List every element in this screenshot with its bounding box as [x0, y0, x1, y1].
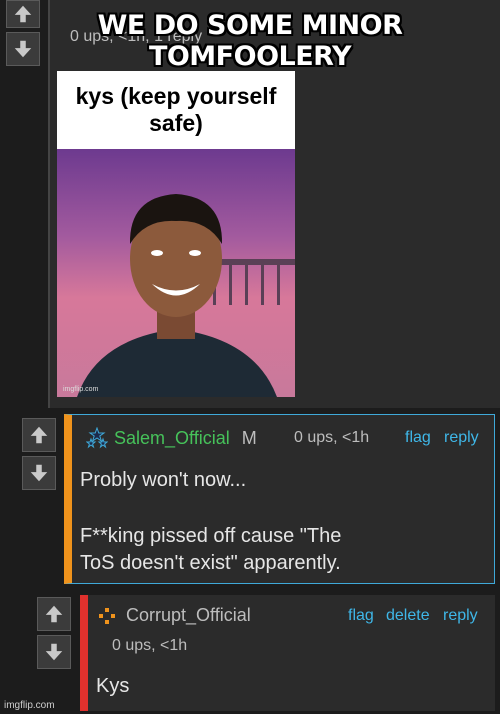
meme-text: kys (keep yourself safe) [57, 71, 295, 149]
reply-link[interactable]: reply [444, 429, 479, 447]
downvote-button[interactable] [37, 635, 71, 669]
arrow-down-icon [45, 643, 63, 661]
username[interactable]: Salem_Official [114, 428, 230, 449]
vote-buttons-reply1 [22, 418, 56, 490]
comment-body: Kys [96, 675, 130, 697]
reply-link[interactable]: reply [443, 607, 478, 625]
reply-comment-1: Salem_Official M 0 ups, <1h flag reply P… [64, 414, 495, 584]
comment-body-line1: Probly won't now... [80, 469, 247, 491]
meme-watermark: imgflip.com [63, 386, 99, 393]
flag-link[interactable]: flag [405, 429, 431, 447]
stars-icon [86, 427, 108, 449]
arrow-up-icon [45, 605, 63, 623]
downvote-button[interactable] [22, 456, 56, 490]
upvote-button[interactable] [37, 597, 71, 631]
arrow-up-icon [30, 426, 48, 444]
comment-meta: 0 ups, <1h [112, 637, 188, 654]
dots-icon [99, 607, 115, 624]
comment-body-line2: F**king pissed off cause "The ToS doesn'… [80, 525, 342, 574]
upvote-button[interactable] [22, 418, 56, 452]
comment-meta: 0 ups, <1h [294, 429, 370, 446]
delete-link[interactable]: delete [386, 607, 430, 625]
arrow-down-icon [30, 464, 48, 482]
reply-comment-2: Corrupt_Official flag delete reply 0 ups… [80, 595, 495, 711]
mod-badge: M [241, 427, 257, 448]
meme-caption: WE DO SOME MINOR TOMFOOLERY [97, 10, 403, 72]
person-photo-illustration [77, 194, 295, 397]
meme-photo: imgflip.com [57, 149, 295, 397]
site-watermark: imgflip.com [4, 700, 55, 711]
username[interactable]: Corrupt_Official [126, 605, 251, 626]
flag-link[interactable]: flag [348, 607, 374, 625]
meme-image[interactable]: kys (keep yourself safe) imgflip.com [57, 71, 295, 397]
vote-buttons-reply2 [37, 597, 71, 669]
